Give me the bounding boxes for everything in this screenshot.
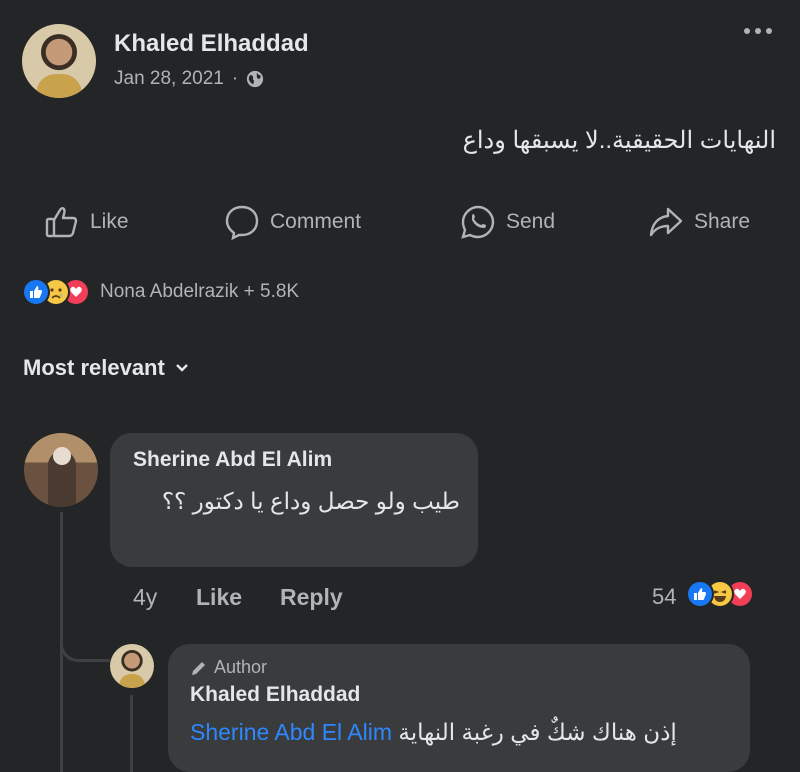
reply-author-name[interactable]: Khaled Elhaddad: [190, 683, 360, 707]
reply-text: إذن هناك شكٌ في رغبة النهاية: [398, 719, 677, 745]
pencil-icon: [192, 661, 205, 675]
post-author-name[interactable]: Khaled Elhaddad: [114, 30, 309, 58]
chevron-down-icon: [175, 364, 188, 372]
date-separator: ·: [231, 68, 239, 89]
thumbs-up-icon: [45, 207, 78, 238]
thread-branch: [60, 610, 110, 662]
comment-button[interactable]: Comment: [224, 204, 361, 240]
author-badge-label: Author: [214, 657, 268, 677]
post-text: النهايات الحقيقية..لا يسبقها وداع: [462, 127, 776, 154]
comment-author-name[interactable]: Sherine Abd El Alim: [133, 448, 332, 472]
post-author-avatar[interactable]: [22, 24, 96, 98]
reply-text-row: Sherine Abd El Alim إذن هناك شكٌ في رغبة…: [190, 719, 677, 746]
sort-label: Most relevant: [23, 355, 165, 380]
post-date[interactable]: Jan 28, 2021: [114, 68, 224, 90]
comment-label: Comment: [270, 210, 362, 233]
share-label: Share: [694, 210, 751, 233]
share-icon: [649, 207, 683, 237]
comment-text: طيب ولو حصل وداع يا دكتور ؟؟: [161, 488, 460, 514]
send-label: Send: [506, 210, 556, 233]
reactions-summary-text: Nona Abdelrazik + 5.8K: [100, 281, 300, 302]
share-button[interactable]: Share: [648, 204, 750, 240]
comment-reply-button[interactable]: Reply: [280, 584, 343, 611]
post-date-row: Jan 28, 2021 ·: [114, 68, 264, 90]
comment-author-avatar[interactable]: [24, 433, 98, 507]
reactions-summary[interactable]: Nona Abdelrazik + 5.8K: [22, 278, 299, 306]
reply-thread-line: [130, 695, 133, 772]
comment-reaction-count[interactable]: 54: [652, 584, 676, 610]
comment-reactions[interactable]: [686, 580, 754, 608]
comment-like-button[interactable]: Like: [196, 584, 242, 611]
like-button[interactable]: Like: [44, 204, 129, 240]
like-reaction-icon: [22, 278, 50, 306]
comment-icon: [225, 205, 259, 240]
like-label: Like: [90, 210, 129, 233]
author-badge: Author: [190, 657, 267, 678]
reply-mention-link[interactable]: Sherine Abd El Alim: [190, 719, 392, 745]
send-button[interactable]: Send: [460, 204, 555, 240]
comment-sort-dropdown[interactable]: Most relevant: [23, 355, 189, 381]
more-options-icon[interactable]: [744, 28, 772, 34]
like-reaction-icon: [686, 580, 714, 608]
whatsapp-icon: [461, 205, 495, 239]
reply-author-avatar[interactable]: [110, 644, 154, 688]
globe-icon: [247, 70, 264, 88]
comment-age[interactable]: 4y: [133, 584, 157, 611]
